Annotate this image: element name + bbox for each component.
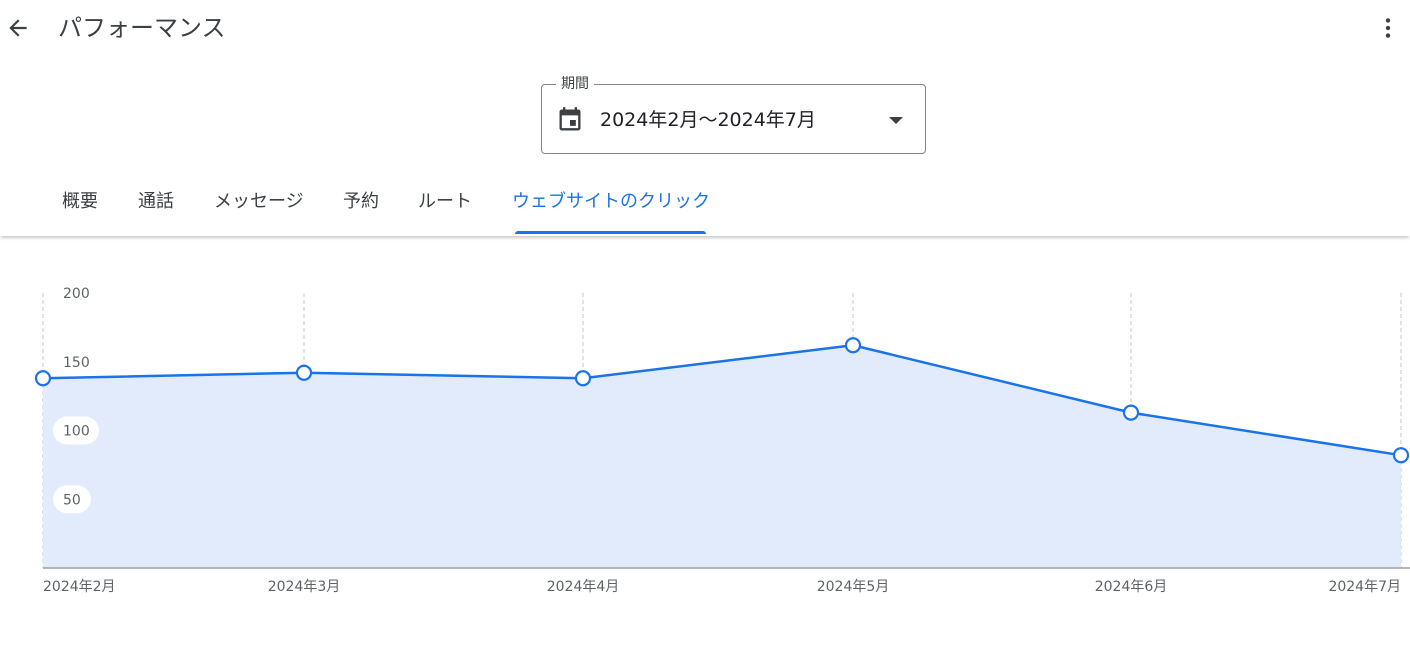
back-button[interactable]	[2, 12, 34, 44]
caret-down-icon	[889, 117, 903, 124]
website-clicks-chart: 50 100 150 200 2024年2月 2024年3月 2024年4月 2024年5月 2…	[34, 286, 1410, 595]
tab-bar: 概要 通話 メッセージ 予約 ルート ウェブサイトのクリック	[0, 170, 1410, 236]
more-options-button[interactable]	[1372, 12, 1404, 44]
period-label: 期間	[556, 75, 594, 93]
x-tick-label: 2024年5月	[817, 579, 890, 595]
data-point	[1122, 404, 1140, 421]
period-select[interactable]: 期間 2024年2月～2024年7月	[541, 75, 926, 154]
tab-directions[interactable]: ルート	[418, 188, 472, 216]
data-point	[295, 364, 313, 381]
tab-overview[interactable]: 概要	[62, 188, 98, 216]
x-tick-label: 2024年6月	[1095, 579, 1168, 595]
y-tick-label: 50	[63, 492, 81, 508]
tab-website-clicks[interactable]: ウェブサイトのクリック	[512, 188, 710, 216]
arrow-left-icon	[9, 19, 27, 37]
x-tick-label: 2024年3月	[268, 579, 341, 595]
more-vert-icon	[1385, 18, 1391, 38]
calendar-icon	[559, 107, 581, 131]
data-point	[574, 370, 592, 387]
data-point	[34, 370, 52, 387]
tab-calls[interactable]: 通話	[138, 188, 174, 216]
area-fill	[43, 345, 1401, 568]
tab-bookings[interactable]: 予約	[343, 188, 379, 216]
data-point	[844, 337, 862, 354]
top-app-bar: パフォーマンス	[0, 0, 1410, 56]
y-tick-label: 150	[63, 355, 90, 371]
x-tick-label: 2024年2月	[43, 579, 116, 595]
tab-messages[interactable]: メッセージ	[214, 188, 304, 216]
x-tick-label: 2024年7月	[1328, 579, 1401, 595]
x-tick-label: 2024年4月	[547, 579, 620, 595]
y-tick-label: 200	[63, 286, 90, 302]
period-value: 2024年2月～2024年7月	[600, 109, 816, 131]
data-point	[1392, 447, 1410, 464]
active-tab-indicator	[515, 231, 706, 234]
page-title: パフォーマンス	[58, 14, 226, 42]
y-tick-label: 100	[63, 424, 90, 440]
